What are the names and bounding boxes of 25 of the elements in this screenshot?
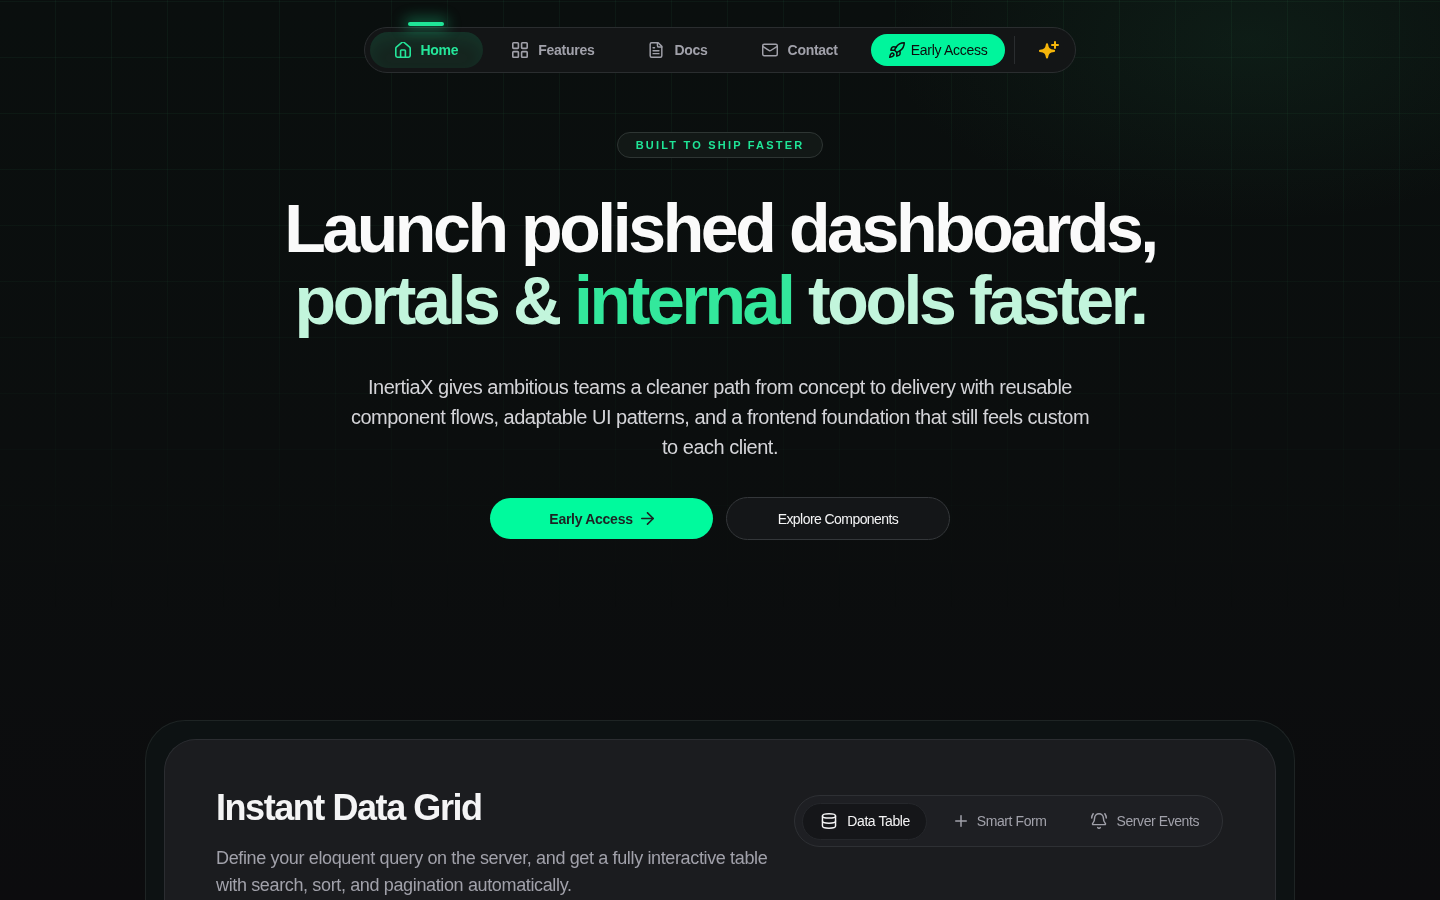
nav-link[interactable]: Docs	[623, 32, 733, 68]
early-access-button[interactable]: Early Access	[490, 498, 713, 539]
early-access-button[interactable]: Early Access	[870, 34, 1006, 66]
feature-title: Instant Data Grid	[216, 786, 483, 830]
nav-link[interactable]: Features	[487, 32, 620, 68]
sparkle-icon[interactable]	[1039, 40, 1060, 60]
explore-components-button[interactable]: Explore Components	[726, 497, 950, 540]
nav-link[interactable]: Home	[369, 32, 484, 68]
active-indicator	[408, 22, 445, 26]
document-icon	[648, 42, 665, 58]
tab[interactable]: Data Table	[802, 802, 927, 840]
feature-description: Define your eloquent query on the server, and get a fully interactive table with search, sort, and pagination automatically.	[216, 847, 769, 897]
grid-icon	[512, 42, 529, 58]
mail-icon	[761, 42, 778, 58]
tab[interactable]: Smart Form	[936, 802, 1063, 840]
bell-icon	[1090, 813, 1107, 829]
database-icon	[821, 813, 838, 829]
tab[interactable]: Server Events	[1072, 802, 1215, 840]
plus-icon	[954, 815, 967, 827]
hero-headline: Launch polished dashboards, portals & internal tools faster.	[284, 192, 1156, 336]
rocket-icon	[888, 42, 905, 58]
home-icon	[394, 42, 411, 58]
nav-link[interactable]: Contact	[736, 32, 863, 68]
hero-description: InertiaX gives ambitious teams a cleaner path from concept to delivery with reusable component flows, adaptable UI patterns, and a frontend foundation that still feels custom to each client.	[349, 375, 1091, 460]
tagline-badge: BUILT TO SHIP FASTER	[616, 132, 824, 158]
